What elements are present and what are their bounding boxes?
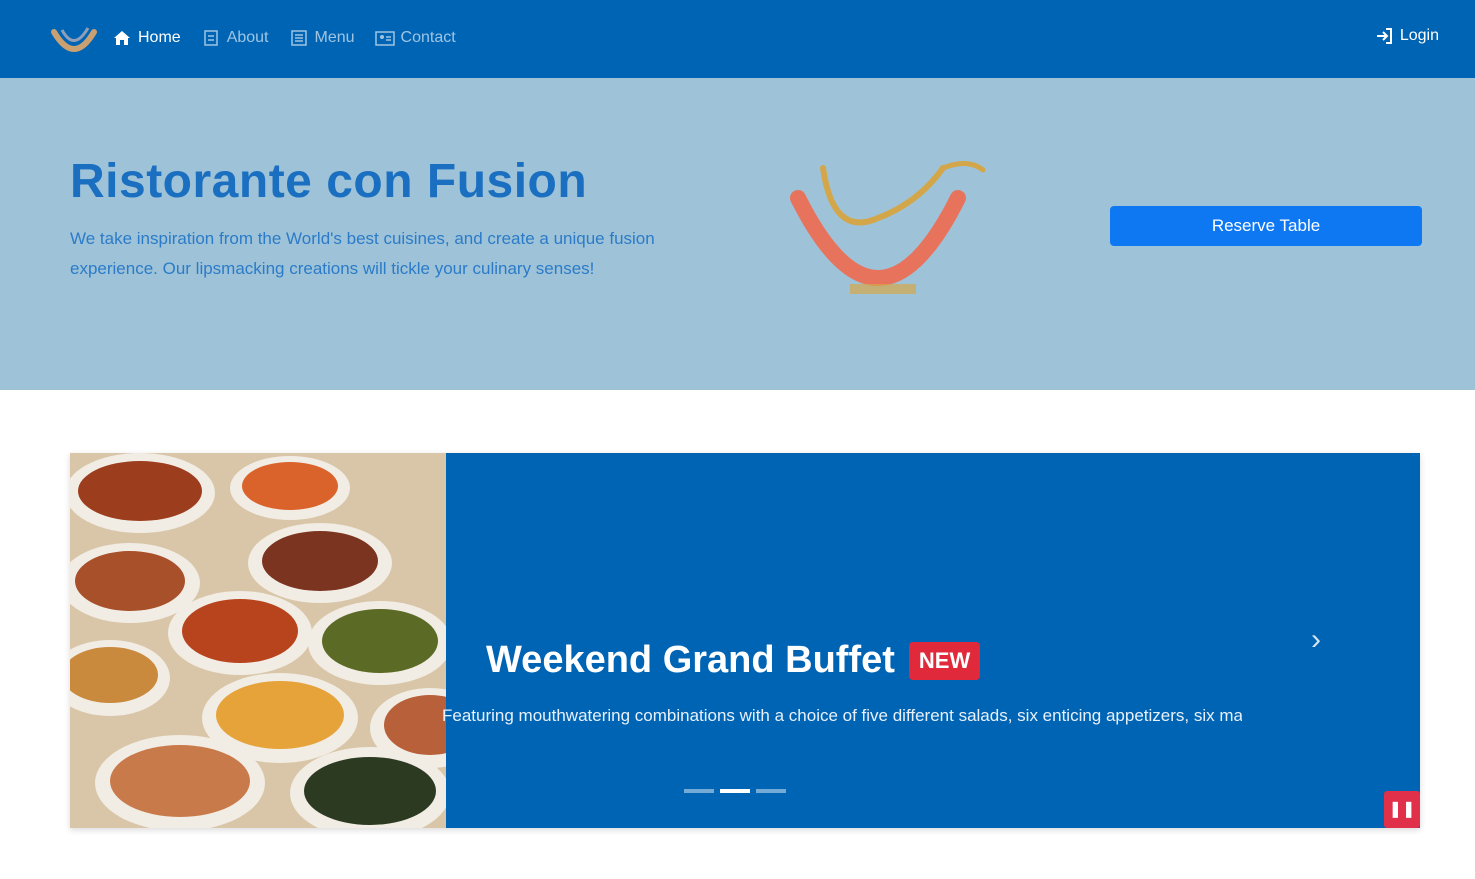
carousel: Weekend Grand Buffet NEW Featuring mouth… [70, 453, 1420, 828]
nav-item-label: About [226, 29, 269, 46]
nav-item-label: Home [138, 29, 181, 46]
buffet-image [70, 453, 446, 828]
nav-item-label: Menu [314, 29, 355, 46]
nav-item-label: Contact [400, 29, 456, 46]
carousel-indicator[interactable] [684, 789, 714, 793]
jumbotron: Ristorante con Fusion We take inspiratio… [0, 78, 1475, 390]
address-card-icon [374, 31, 395, 46]
carousel-indicator[interactable] [756, 789, 786, 793]
nav-item-contact[interactable]: Contact [374, 26, 456, 50]
hero-description: We take inspiration from the World's bes… [70, 229, 655, 278]
reserve-table-button[interactable]: Reserve Table [1110, 206, 1422, 246]
hero-title: Ristorante con Fusion [70, 155, 588, 208]
login-button[interactable]: Login [1374, 26, 1439, 46]
list-icon [290, 30, 307, 46]
restaurant-logo-icon [790, 161, 986, 294]
chevron-right-icon: › [1311, 623, 1321, 656]
carousel-indicator-active[interactable] [720, 789, 750, 793]
navbar: Home About Menu Contact Login [0, 0, 1475, 78]
nav-menu: Home About Menu Contact [112, 26, 456, 50]
carousel-caption-title: Weekend Grand Buffet NEW [486, 639, 981, 682]
nav-item-menu[interactable]: Menu [289, 26, 355, 50]
carousel-indicators [684, 789, 786, 793]
home-icon [114, 31, 130, 45]
new-badge: NEW [908, 641, 981, 680]
info-icon [203, 30, 218, 46]
buffet-illustration [70, 453, 446, 828]
nav-item-about[interactable]: About [201, 26, 269, 50]
pause-icon: ❚❚ [1388, 801, 1416, 818]
carousel-pause-button[interactable]: ❚❚ [1384, 791, 1420, 828]
carousel-caption-text: Featuring mouthwatering combinations wit… [442, 706, 1242, 725]
login-label: Login [1399, 27, 1439, 44]
caption-title-text: Weekend Grand Buffet [486, 639, 895, 681]
sign-in-icon [1376, 28, 1392, 44]
carousel-next-button[interactable]: › [1302, 625, 1330, 655]
restaurant-logo-icon[interactable] [48, 22, 100, 62]
nav-item-home[interactable]: Home [112, 26, 181, 50]
